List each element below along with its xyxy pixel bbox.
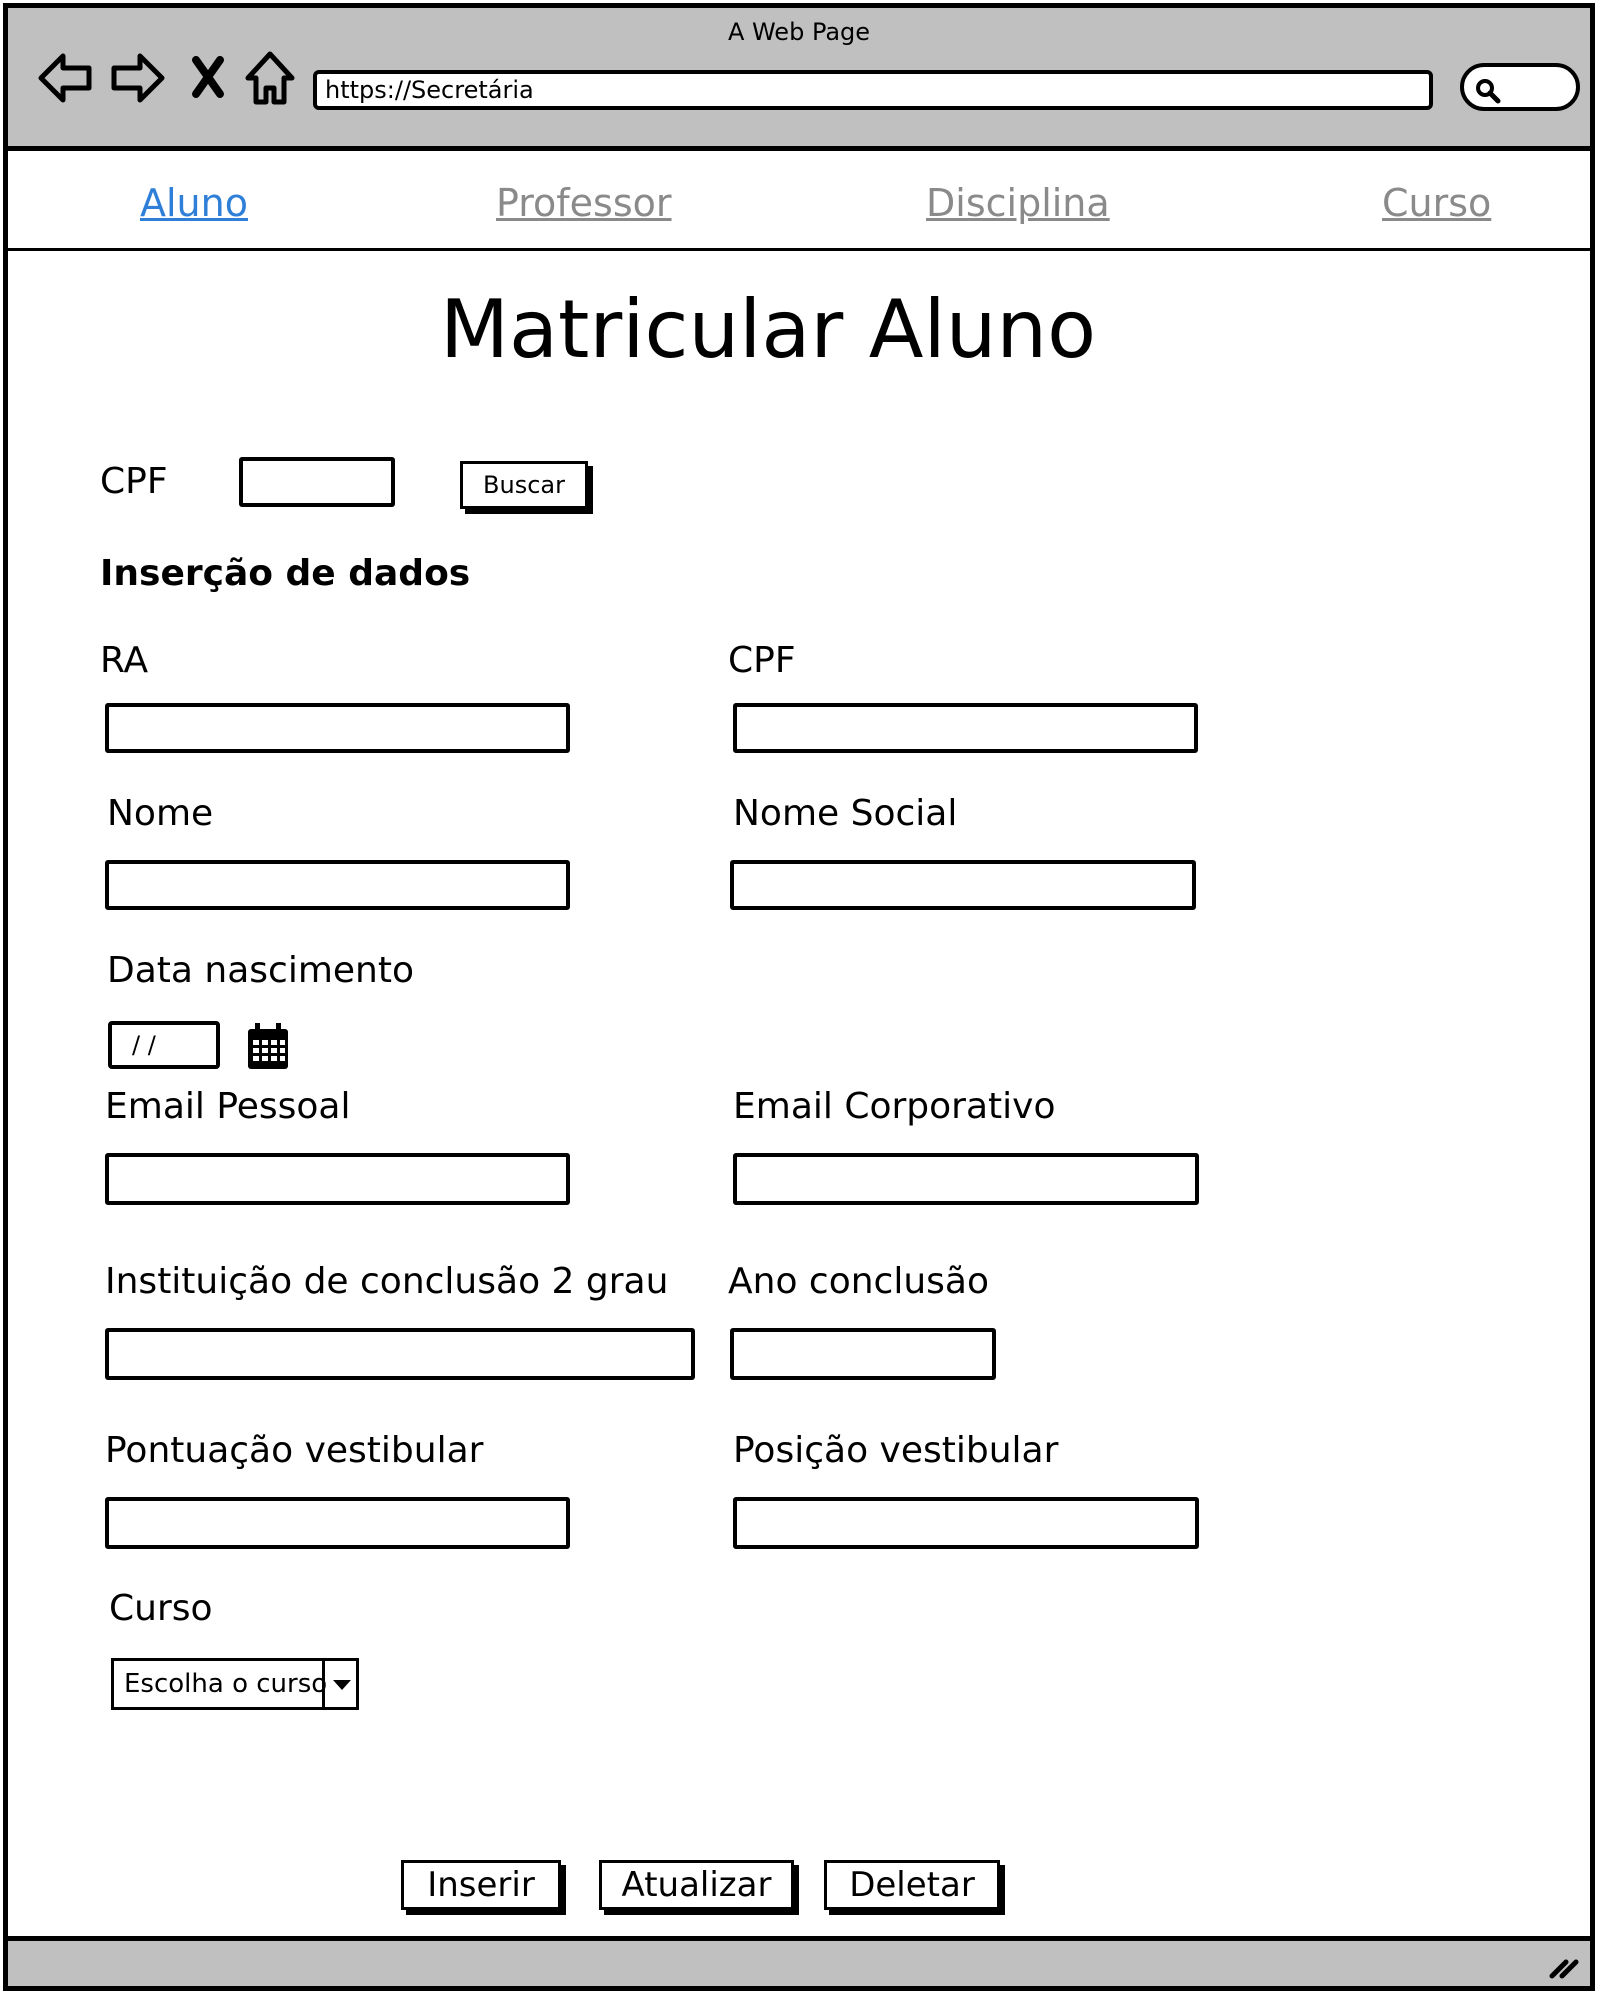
ano-conclusao-label: Ano conclusão <box>728 1261 989 1302</box>
nome-input[interactable] <box>105 860 570 910</box>
resize-handle-icon[interactable] <box>1548 1950 1582 1980</box>
close-icon[interactable] <box>184 48 244 108</box>
back-arrow-icon[interactable] <box>35 48 95 108</box>
home-icon[interactable] <box>240 48 300 108</box>
nome-social-input[interactable] <box>730 860 1196 910</box>
ra-label: RA <box>100 640 149 681</box>
email-pessoal-label: Email Pessoal <box>105 1086 351 1127</box>
browser-window: A Web Page https://Secretária Aluno Prof… <box>3 3 1595 1991</box>
email-pessoal-input[interactable] <box>105 1153 570 1205</box>
search-cpf-label: CPF <box>100 461 168 502</box>
buscar-button[interactable]: Buscar <box>460 461 588 509</box>
curso-label: Curso <box>109 1588 213 1629</box>
section-title: Inserção de dados <box>100 553 471 594</box>
chevron-down-icon[interactable] <box>322 1661 356 1707</box>
tab-curso[interactable]: Curso <box>1382 181 1491 225</box>
search-cpf-input[interactable] <box>239 457 395 507</box>
title-bar: A Web Page https://Secretária <box>8 8 1590 151</box>
email-corporativo-input[interactable] <box>733 1153 1199 1205</box>
pontuacao-label: Pontuação vestibular <box>105 1430 484 1471</box>
ra-input[interactable] <box>105 703 570 753</box>
page-title: Matricular Aluno <box>439 283 1097 376</box>
search-icon <box>1476 79 1501 104</box>
atualizar-button[interactable]: Atualizar <box>599 1860 794 1910</box>
instituicao-label: Instituição de conclusão 2 grau <box>105 1261 669 1302</box>
tab-professor[interactable]: Professor <box>496 181 672 225</box>
nome-social-label: Nome Social <box>733 793 958 834</box>
posicao-input[interactable] <box>733 1497 1199 1549</box>
instituicao-input[interactable] <box>105 1328 695 1380</box>
data-nascimento-input[interactable]: / / <box>108 1021 220 1069</box>
data-nascimento-label: Data nascimento <box>107 950 415 991</box>
curso-selected-value: Escolha o curso <box>124 1669 328 1699</box>
curso-select[interactable]: Escolha o curso <box>111 1658 359 1710</box>
inserir-button[interactable]: Inserir <box>401 1860 561 1910</box>
status-bar <box>8 1936 1590 1986</box>
pontuacao-input[interactable] <box>105 1497 570 1549</box>
top-navigation: Aluno Professor Disciplina Curso <box>8 148 1590 251</box>
cpf-input[interactable] <box>733 703 1198 753</box>
cpf-label: CPF <box>728 640 796 681</box>
posicao-label: Posição vestibular <box>733 1430 1059 1471</box>
calendar-icon[interactable] <box>246 1023 290 1071</box>
nome-label: Nome <box>107 793 214 834</box>
forward-arrow-icon[interactable] <box>108 48 168 108</box>
address-bar[interactable]: https://Secretária <box>313 70 1433 110</box>
email-corporativo-label: Email Corporativo <box>733 1086 1056 1127</box>
tab-disciplina[interactable]: Disciplina <box>926 181 1110 225</box>
ano-conclusao-input[interactable] <box>730 1328 996 1380</box>
deletar-button[interactable]: Deletar <box>824 1860 1000 1910</box>
window-title: A Web Page <box>727 18 871 46</box>
tab-aluno[interactable]: Aluno <box>140 181 248 225</box>
browser-search[interactable] <box>1460 63 1580 111</box>
